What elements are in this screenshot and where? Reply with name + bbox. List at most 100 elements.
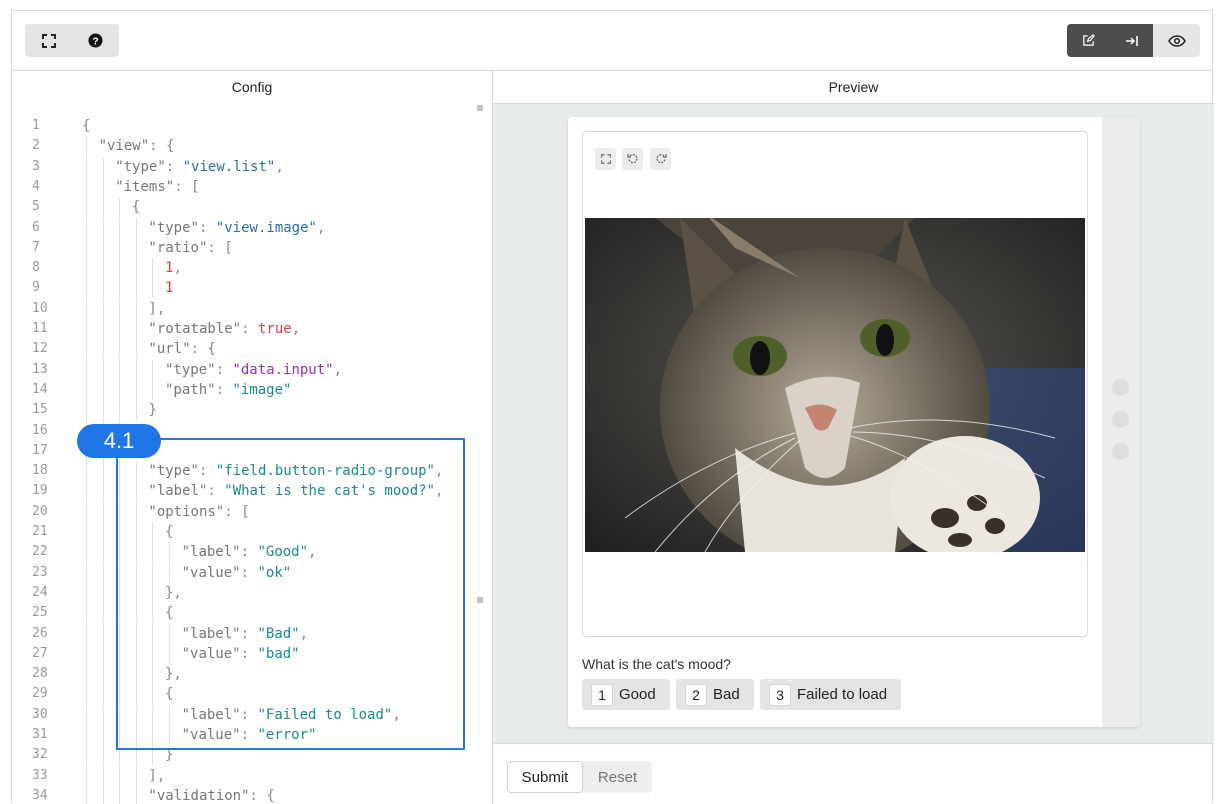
line-number: 8 bbox=[32, 260, 40, 276]
option-label: Failed to load bbox=[797, 686, 888, 703]
side-dot[interactable] bbox=[1112, 443, 1129, 460]
indent-guide bbox=[119, 217, 121, 238]
submit-button[interactable]: Submit bbox=[507, 761, 583, 793]
rotate-left-button[interactable] bbox=[622, 148, 643, 170]
line-number: 19 bbox=[32, 483, 48, 499]
image-view bbox=[582, 131, 1088, 637]
indent-guide bbox=[102, 562, 104, 583]
indent-guide bbox=[119, 359, 121, 380]
reset-button[interactable]: Reset bbox=[583, 761, 652, 793]
line-number: 2 bbox=[32, 138, 40, 154]
code-text: "path": "image" bbox=[165, 380, 291, 400]
scrollbar-marker-mid bbox=[477, 597, 483, 603]
code-token: "validation" bbox=[148, 787, 250, 804]
code-token: "type" bbox=[165, 361, 216, 378]
code-line: 33], bbox=[12, 765, 482, 786]
indent-guide bbox=[152, 379, 154, 400]
indent-guide bbox=[86, 258, 87, 279]
scrollbar-marker-top bbox=[477, 105, 483, 111]
image-fullscreen-button[interactable] bbox=[595, 148, 616, 170]
indent-guide bbox=[102, 278, 104, 299]
line-number: 33 bbox=[32, 767, 48, 783]
hotkey-badge: 2 bbox=[685, 683, 707, 706]
code-text: "type": "view.list", bbox=[115, 157, 284, 177]
code-text: "type": "data.input", bbox=[165, 360, 342, 380]
line-number: 34 bbox=[32, 787, 48, 803]
indent-guide bbox=[119, 237, 121, 258]
code-line: 6 "type": "view.image", bbox=[12, 217, 482, 238]
indent-guide bbox=[119, 400, 121, 421]
side-dot[interactable] bbox=[1112, 411, 1129, 428]
line-number: 12 bbox=[32, 341, 48, 357]
indent-guide bbox=[86, 704, 87, 725]
option-button-failed-to-load[interactable]: 3 Failed to load bbox=[760, 679, 902, 710]
line-number: 26 bbox=[32, 625, 48, 641]
indent-guide bbox=[86, 278, 87, 299]
code-token: : [ bbox=[174, 178, 200, 195]
indent-guide bbox=[86, 643, 87, 664]
indent-guide bbox=[102, 176, 104, 197]
indent-guide bbox=[119, 339, 121, 360]
indent-guide bbox=[86, 156, 87, 177]
indent-guide bbox=[102, 258, 104, 279]
code-text: "validation": { bbox=[148, 786, 274, 804]
indent-guide bbox=[86, 664, 87, 685]
line-number: 27 bbox=[32, 645, 48, 661]
indent-guide bbox=[135, 217, 137, 238]
preview-mode-button[interactable] bbox=[1153, 24, 1200, 57]
line-number: 29 bbox=[32, 686, 48, 702]
help-button[interactable]: ? bbox=[72, 24, 119, 57]
code-token: "url" bbox=[148, 341, 191, 358]
indent-guide bbox=[102, 542, 104, 563]
indent-guide bbox=[86, 481, 87, 502]
indent-guide bbox=[135, 400, 137, 421]
option-button-bad[interactable]: 2 Bad bbox=[676, 679, 754, 710]
fullscreen-icon bbox=[600, 154, 611, 164]
indent-guide bbox=[102, 481, 104, 502]
code-text: "type": "view.image", bbox=[148, 218, 325, 238]
option-button-good[interactable]: 1 Good bbox=[582, 679, 670, 710]
indent-guide bbox=[102, 359, 104, 380]
code-line: 12 "url": { bbox=[12, 339, 482, 360]
indent-guide bbox=[102, 725, 104, 745]
code-line: 3 "type": "view.list", bbox=[12, 156, 482, 177]
hotkey-badge: 3 bbox=[769, 683, 791, 706]
edit-mode-button[interactable] bbox=[1067, 24, 1110, 57]
indent-guide bbox=[102, 704, 104, 725]
code-text: "ratio": [ bbox=[148, 238, 232, 258]
card-side-rail bbox=[1102, 117, 1140, 727]
rotate-right-button[interactable] bbox=[650, 148, 671, 170]
indent-guide bbox=[102, 237, 104, 258]
indent-guide bbox=[86, 542, 87, 563]
fullscreen-icon bbox=[41, 33, 56, 48]
eye-icon bbox=[1167, 34, 1186, 47]
code-token: ], bbox=[148, 300, 166, 317]
line-number: 31 bbox=[32, 727, 48, 742]
fullscreen-button[interactable] bbox=[25, 24, 72, 57]
line-number: 28 bbox=[32, 666, 48, 682]
code-token: , bbox=[316, 219, 326, 236]
line-number: 20 bbox=[32, 503, 48, 519]
callout-highlight-box bbox=[116, 438, 465, 750]
indent-guide bbox=[119, 379, 121, 400]
help-icon: ? bbox=[88, 33, 103, 48]
indent-guide bbox=[86, 725, 87, 745]
code-line: 8 1, bbox=[12, 258, 482, 279]
collapse-right-button[interactable] bbox=[1110, 24, 1153, 57]
code-text: } bbox=[148, 400, 156, 420]
code-token: "rotatable" bbox=[148, 321, 242, 337]
code-token: : [ bbox=[207, 239, 233, 256]
hotkey-badge: 1 bbox=[591, 683, 613, 706]
indent-guide bbox=[102, 745, 104, 766]
code-text: 1 bbox=[165, 278, 173, 298]
side-dot[interactable] bbox=[1112, 379, 1129, 396]
indent-guide bbox=[102, 217, 104, 238]
indent-guide bbox=[102, 522, 104, 542]
left-toolbar-group: ? bbox=[25, 24, 119, 57]
indent-guide bbox=[102, 785, 104, 804]
indent-guide bbox=[135, 359, 137, 380]
code-token: } bbox=[148, 402, 157, 419]
code-token: "type" bbox=[148, 219, 199, 236]
indent-guide bbox=[102, 684, 104, 705]
top-toolbar: ? bbox=[12, 11, 1212, 71]
